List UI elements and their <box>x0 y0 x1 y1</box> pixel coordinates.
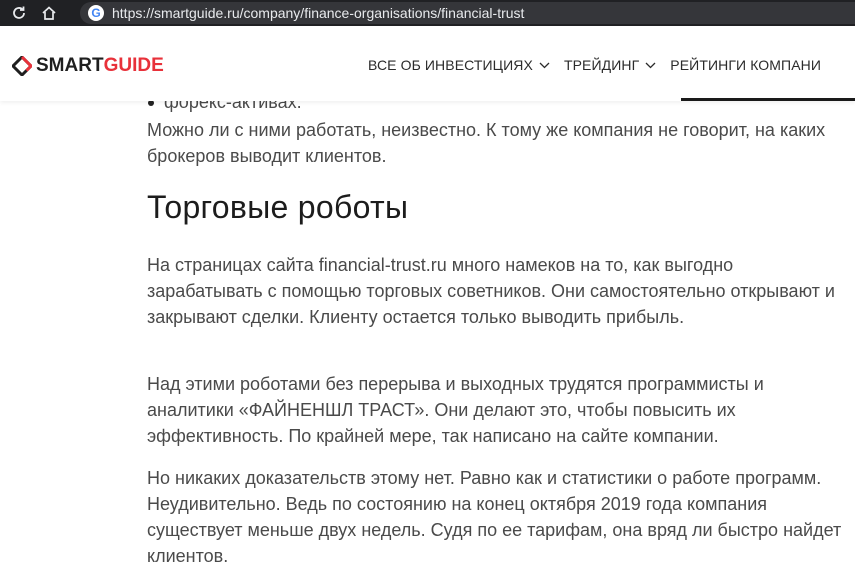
nav-active-underline <box>681 98 855 101</box>
nav-item-label: РЕЙТИНГИ КОМПАНИ <box>670 57 822 73</box>
nav-item-label: ТРЕЙДИНГ <box>563 57 640 73</box>
section-heading: Торговые роботы <box>147 189 409 225</box>
logo-text-guide: GUIDE <box>103 55 164 76</box>
site-logo[interactable]: SMARTGUIDE <box>12 56 164 76</box>
refresh-icon[interactable] <box>8 2 30 24</box>
logo-text: SMARTGUIDE <box>36 56 164 76</box>
paragraph: Над этими роботами без перерыва и выходн… <box>147 374 764 446</box>
list-item-text: форекс-активах. <box>164 101 302 112</box>
google-icon: G <box>88 5 104 21</box>
home-icon[interactable] <box>38 2 60 24</box>
paragraph: Но никаких доказательств этому нет. Равн… <box>147 468 842 566</box>
site-header: SMARTGUIDE ВСЕ ОБ ИНВЕСТИЦИЯХ ТРЕЙДИНГ Р… <box>0 26 855 101</box>
list-item: форекс-активах. <box>148 101 302 113</box>
main-nav: ВСЕ ОБ ИНВЕСТИЦИЯХ ТРЕЙДИНГ РЕЙТИНГИ КОМ… <box>368 57 835 73</box>
logo-text-smart: SMART <box>36 55 104 76</box>
chevron-down-icon <box>539 62 550 68</box>
nav-item-label: ВСЕ ОБ ИНВЕСТИЦИЯХ <box>368 57 533 73</box>
logo-diamond-icon <box>12 56 32 76</box>
url-text[interactable]: https://smartguide.ru/company/finance-or… <box>112 5 524 21</box>
chevron-down-icon <box>645 62 656 68</box>
nav-item-trading[interactable]: ТРЕЙДИНГ <box>564 57 656 73</box>
intro-paragraph: Можно ли с ними работать, неизвестно. К … <box>147 120 826 166</box>
browser-toolbar: G https://smartguide.ru/company/finance-… <box>0 0 855 26</box>
nav-item-investments[interactable]: ВСЕ ОБ ИНВЕСТИЦИЯХ <box>368 57 550 73</box>
nav-item-ratings[interactable]: РЕЙТИНГИ КОМПАНИ <box>670 57 821 73</box>
paragraph: На страницах сайта financial-trust.ru мн… <box>147 255 835 327</box>
article-body: форекс-активах. Можно ли с ними работать… <box>0 101 855 582</box>
address-bar[interactable]: G https://smartguide.ru/company/finance-… <box>80 2 855 24</box>
bullet-dot <box>148 101 154 106</box>
